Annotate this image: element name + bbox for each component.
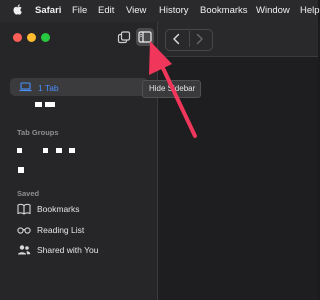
sidebar <box>0 22 158 300</box>
redacted-block <box>17 148 22 153</box>
people-icon <box>18 245 31 255</box>
menu-window[interactable]: Window <box>256 5 290 16</box>
redacted-block <box>18 167 24 173</box>
menu-help[interactable]: Help <box>300 5 320 16</box>
menu-history[interactable]: History <box>159 5 189 16</box>
hide-sidebar-tooltip: Hide Sidebar <box>142 80 202 98</box>
apple-logo-icon[interactable] <box>13 4 22 15</box>
sidebar-item-reading-list[interactable]: Reading List <box>17 223 84 237</box>
hide-sidebar-button[interactable] <box>136 28 154 46</box>
glasses-icon <box>17 227 31 234</box>
menu-bar: Safari File Edit View History Bookmarks … <box>0 0 320 22</box>
redacted-block <box>35 102 42 107</box>
menu-app-name[interactable]: Safari <box>35 5 61 16</box>
nav-divider <box>189 31 190 47</box>
sidebar-item-reading-list-label: Reading List <box>37 225 85 235</box>
sidebar-item-bookmarks-label: Bookmarks <box>37 204 80 214</box>
redacted-block <box>69 148 75 153</box>
book-icon <box>17 203 31 215</box>
sidebar-item-shared-with-you-label: Shared with You <box>37 245 99 255</box>
tab-overview-icon[interactable] <box>117 31 131 45</box>
redacted-block <box>43 148 48 153</box>
tab-groups-heading: Tab Groups <box>17 128 59 137</box>
menu-bookmarks[interactable]: Bookmarks <box>200 5 248 16</box>
safari-window: 1 Tab Tab Groups Saved Bookmarks Reading… <box>0 22 318 300</box>
back-chevron-icon[interactable] <box>172 33 181 45</box>
forward-chevron-icon[interactable] <box>195 33 204 45</box>
menu-view[interactable]: View <box>126 5 146 16</box>
close-window-button[interactable] <box>13 33 22 42</box>
content-area <box>158 22 318 300</box>
menu-file[interactable]: File <box>72 5 87 16</box>
sidebar-item-tabs-label: 1 Tab <box>38 83 59 93</box>
sidebar-toggle-icon <box>138 31 152 43</box>
minimize-window-button[interactable] <box>27 33 36 42</box>
sidebar-item-shared-with-you[interactable]: Shared with You <box>17 243 98 257</box>
zoom-window-button[interactable] <box>41 33 50 42</box>
sidebar-item-bookmarks[interactable]: Bookmarks <box>17 202 80 216</box>
saved-heading: Saved <box>17 189 40 198</box>
menu-edit[interactable]: Edit <box>98 5 114 16</box>
laptop-icon <box>19 82 32 92</box>
redacted-block <box>56 148 62 153</box>
redacted-block <box>45 102 55 107</box>
